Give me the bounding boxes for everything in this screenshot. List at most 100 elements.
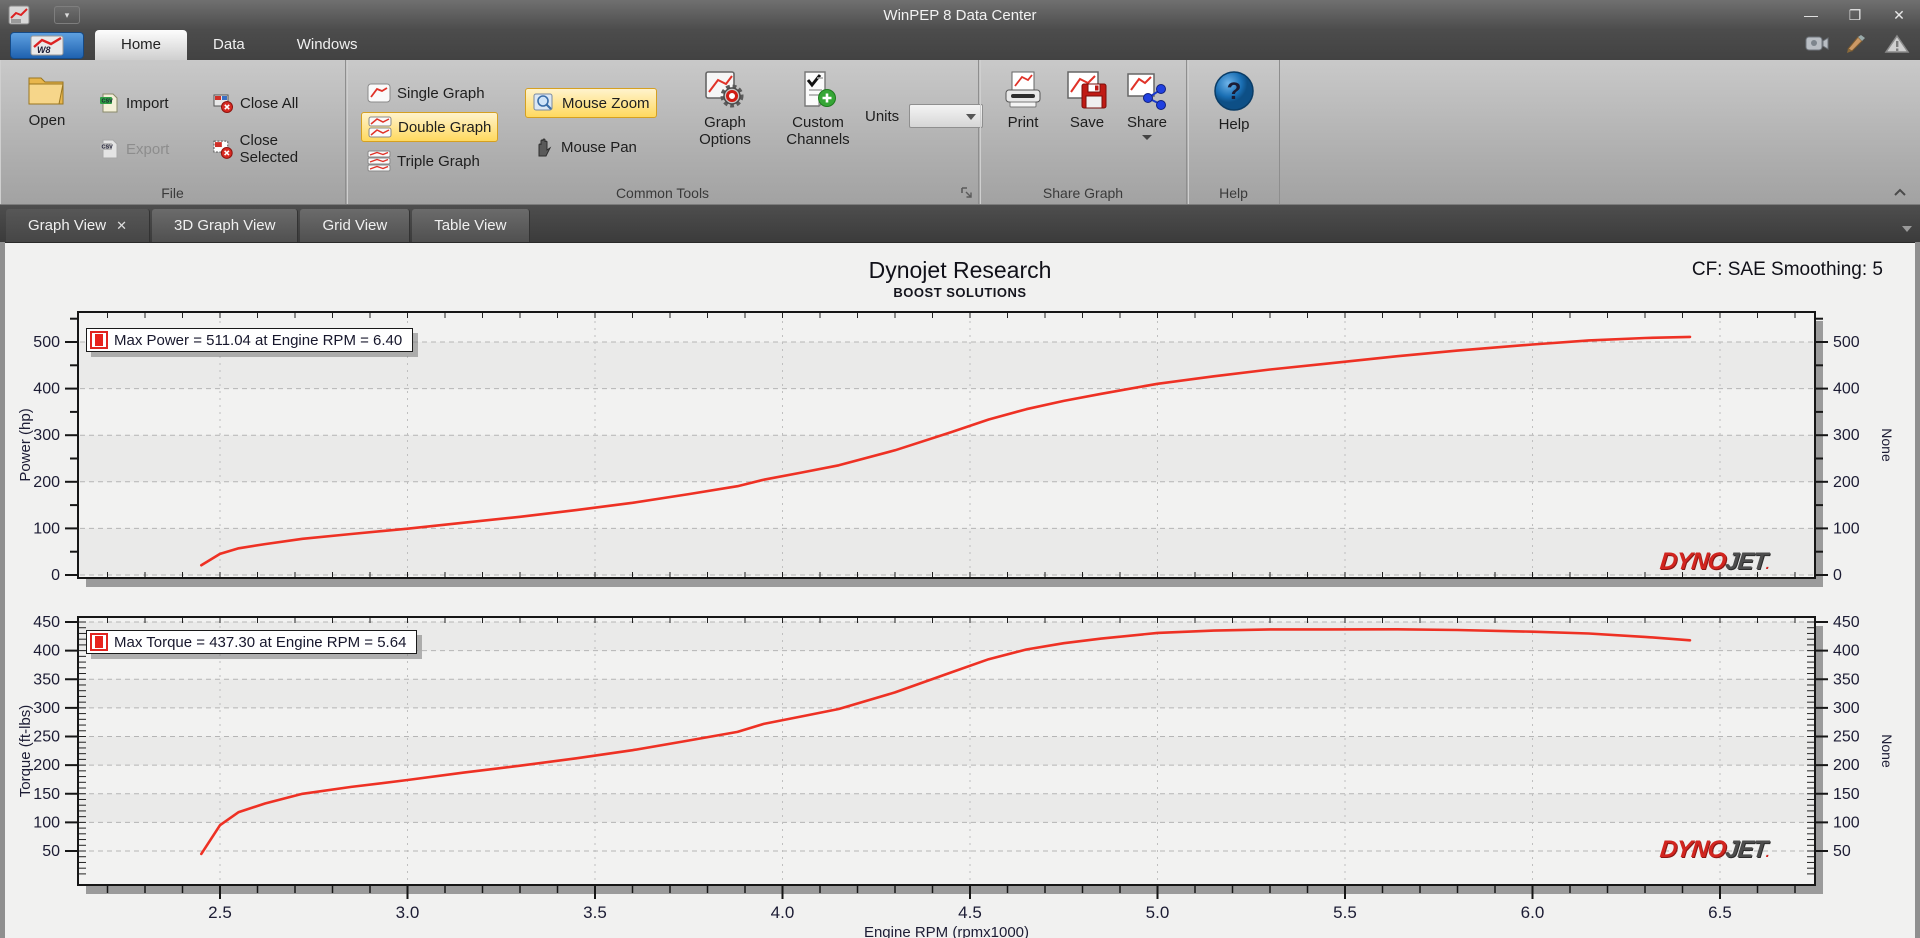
power-legend-text: Max Power = 511.04 at Engine RPM = 6.40 [114, 331, 403, 349]
save-icon [1067, 71, 1107, 109]
warning-icon[interactable] [1884, 33, 1910, 55]
graph-options-icon [705, 71, 744, 108]
close-all-button[interactable]: Close All [206, 88, 345, 118]
save-button[interactable]: Save [1060, 66, 1114, 131]
share-label: Share [1126, 114, 1168, 131]
svg-text:450: 450 [1833, 614, 1860, 631]
units-dropdown[interactable] [909, 104, 984, 128]
svg-text:200: 200 [1833, 757, 1860, 774]
minimize-button[interactable]: — [1796, 4, 1826, 26]
save-label: Save [1069, 114, 1105, 131]
svg-text:CSV: CSV [102, 145, 114, 151]
tab-close-icon[interactable]: ✕ [116, 218, 127, 234]
svg-text:400: 400 [33, 643, 60, 660]
double-graph-label: Double Graph [398, 118, 492, 136]
dynojet-logo: DYNOJET. [1658, 548, 1770, 575]
svg-text:None: None [1879, 734, 1895, 768]
svg-text:5.0: 5.0 [1146, 903, 1170, 922]
view-tab-label: Graph View [28, 217, 107, 234]
maximize-button[interactable]: ❐ [1840, 4, 1870, 26]
close-selected-label: Close Selected [239, 132, 299, 166]
graph-options-button[interactable]: Graph Options [685, 66, 765, 148]
view-tab-graph-view[interactable]: Graph View ✕ [6, 209, 151, 242]
units-value [910, 106, 916, 121]
svg-text:6.0: 6.0 [1521, 903, 1545, 922]
share-button[interactable]: Share [1120, 66, 1174, 140]
svg-text:5.5: 5.5 [1333, 903, 1357, 922]
svg-text:0: 0 [1833, 567, 1842, 584]
common-tools-group-label: Common Tools [615, 185, 710, 201]
torque-legend[interactable]: Max Torque = 437.30 at Engine RPM = 5.64 [86, 630, 418, 654]
print-button[interactable]: Print [994, 66, 1052, 131]
svg-text:500: 500 [1833, 334, 1860, 351]
svg-text:50: 50 [1833, 843, 1851, 860]
torque-legend-text: Max Torque = 437.30 at Engine RPM = 5.64 [114, 633, 407, 651]
window-title: WinPEP 8 Data Center [883, 6, 1037, 24]
svg-text:Torque (ft-lbs): Torque (ft-lbs) [17, 705, 34, 798]
torque-series-key-icon [90, 633, 108, 651]
svg-text:200: 200 [33, 474, 60, 491]
double-graph-button[interactable]: Double Graph [361, 112, 499, 142]
svg-text:100: 100 [1833, 520, 1860, 537]
help-button[interactable]: ? Help [1208, 66, 1260, 133]
correction-factor-label: CF: SAE Smoothing: 5 [1691, 259, 1883, 280]
svg-text:50: 50 [42, 843, 60, 860]
custom-channels-button[interactable]: Custom Channels [775, 66, 861, 148]
svg-text:0: 0 [51, 567, 60, 584]
svg-text:150: 150 [33, 786, 60, 803]
mouse-pan-button[interactable]: Mouse Pan [525, 132, 657, 162]
svg-text:None: None [1879, 428, 1895, 462]
view-tab-strip: Graph View ✕ 3D Graph View Grid View Table V… [0, 205, 1920, 242]
svg-text:350: 350 [33, 671, 60, 688]
svg-text:4.5: 4.5 [958, 903, 982, 922]
custom-channels-label: Custom Channels [786, 114, 850, 148]
open-label: Open [28, 112, 66, 129]
help-group-label: Help [1219, 185, 1248, 201]
ribbon-tab-data[interactable]: Data [187, 30, 271, 60]
export-button[interactable]: CSV Export [92, 134, 175, 164]
power-legend[interactable]: Max Power = 511.04 at Engine RPM = 6.40 [86, 328, 414, 352]
view-tab-grid-view[interactable]: Grid View [300, 209, 411, 242]
svg-text:2.5: 2.5 [208, 903, 232, 922]
ribbon-tab-row: W8 Home Data Windows [0, 30, 1920, 60]
close-selected-icon [213, 140, 233, 159]
single-graph-icon [367, 83, 391, 103]
svg-text:300: 300 [1833, 700, 1860, 717]
ribbon-tab-windows[interactable]: Windows [271, 30, 384, 60]
svg-text:250: 250 [33, 729, 60, 746]
title-bar: ▾ WinPEP 8 Data Center — ❐ ✕ [0, 0, 1920, 30]
units-dropdown-arrow-icon [966, 114, 977, 120]
share-graph-group-label: Share Graph [1042, 185, 1124, 201]
mouse-pan-icon [538, 138, 552, 157]
view-tab-table-view[interactable]: Table View [412, 209, 530, 242]
svg-text:400: 400 [1833, 643, 1860, 660]
tab-list-dropdown-icon[interactable] [1902, 226, 1912, 232]
mouse-zoom-label: Mouse Zoom [562, 94, 650, 112]
folder-icon [28, 77, 64, 105]
power-series-key-icon [90, 331, 108, 349]
import-csv-icon: CSV [100, 93, 118, 113]
help-icon: ? [1214, 71, 1254, 111]
svg-text:350: 350 [1833, 671, 1860, 688]
svg-text:100: 100 [33, 814, 60, 831]
close-button[interactable]: ✕ [1884, 4, 1914, 26]
ribbon-collapse-icon[interactable] [1892, 186, 1908, 200]
view-tab-label: Table View [434, 217, 507, 234]
mouse-zoom-button[interactable]: Mouse Zoom [525, 88, 657, 118]
triple-graph-icon [367, 150, 391, 172]
open-button[interactable]: Open [14, 66, 80, 129]
single-graph-button[interactable]: Single Graph [361, 78, 498, 108]
triple-graph-label: Triple Graph [397, 152, 480, 170]
ribbon-group-file: Open CSV Import CSV Export Close All Clo… [0, 60, 346, 204]
share-dropdown-arrow-icon [1142, 135, 1152, 140]
export-label: Export [126, 140, 170, 158]
triple-graph-button[interactable]: Triple Graph [361, 146, 498, 176]
application-button[interactable]: W8 [10, 32, 84, 59]
close-selected-button[interactable]: Close Selected [206, 132, 345, 166]
view-tab-3d-graph-view[interactable]: 3D Graph View [152, 209, 299, 242]
ribbon-tab-home[interactable]: Home [95, 30, 188, 60]
video-icon[interactable] [1804, 33, 1830, 55]
feedback-icon[interactable] [1844, 33, 1870, 55]
import-button[interactable]: CSV Import [92, 88, 175, 118]
svg-text:100: 100 [33, 520, 60, 537]
